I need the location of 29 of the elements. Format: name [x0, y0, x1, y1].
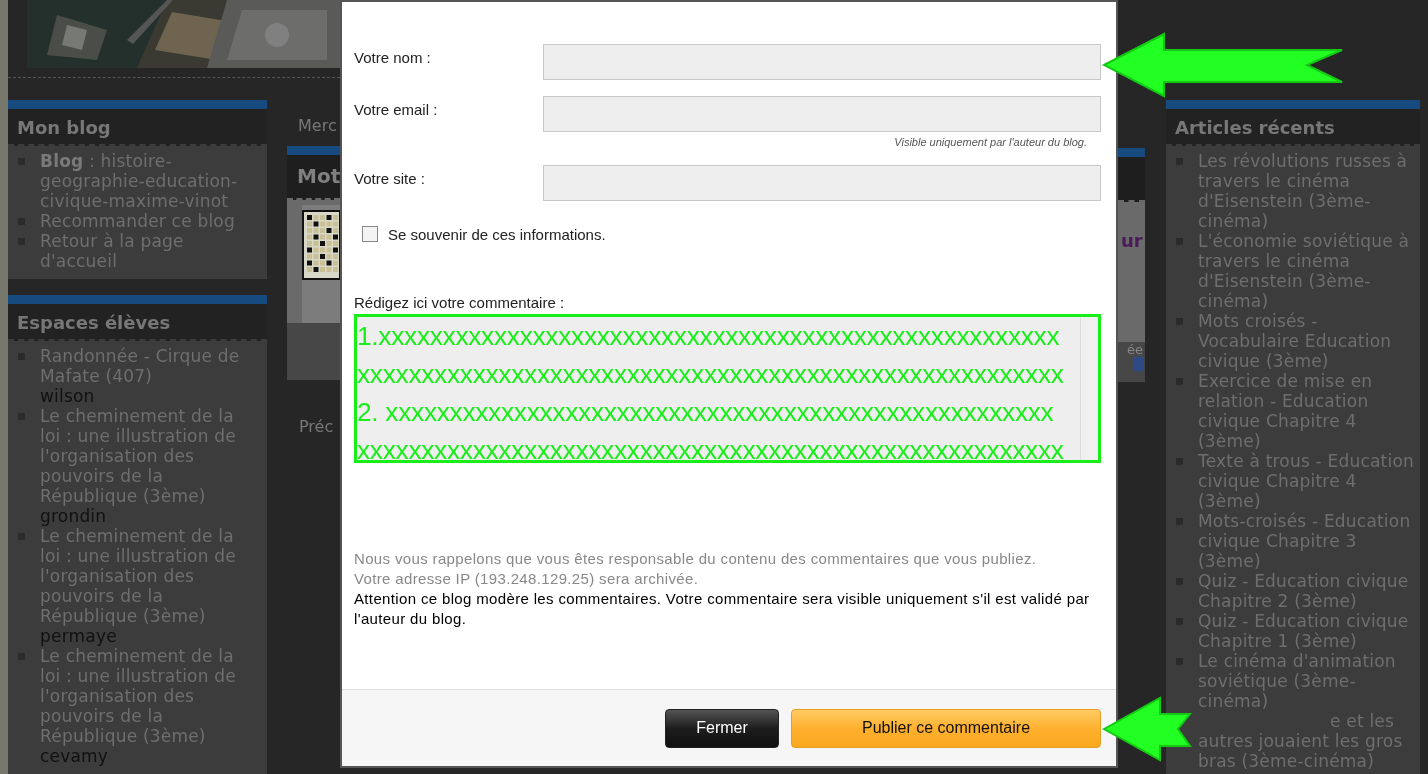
field-label: Votre email : — [354, 100, 439, 118]
nav-link[interactable]: Préc — [287, 380, 340, 436]
field-hint: Visible uniquement par l'auteur du blog. — [894, 136, 1087, 148]
panel-title: Espaces élèves — [8, 304, 267, 341]
post-footer — [287, 323, 340, 380]
publish-button[interactable]: Publier ce commentaire — [791, 708, 1101, 748]
input-field[interactable] — [543, 165, 1101, 201]
footer-text: ée — [1127, 342, 1143, 357]
field-label: Votre nom : — [354, 48, 432, 66]
comment-field[interactable]: 1.xxxxxxxxxxxxxxxxxxxxxxxxxxxxxxxxxxxxxxxxxxxxxxxxxxxxx xxxxxxxxxxxxxxxxxxxxxxxxxxxxxxxxxxxxxxxxxxxxxxxxxxxxxxx 2. xxxxxxxxxxxxxxxxxxxxxxxxxxxxxxxxxxxxxxxxxxxxxxxxxxxx xxxxxxxxxxxxxxxxxxxxxxxxxxxxxxxxxxxxxxxxxxxxxxxxxxxxxxx — [354, 314, 1101, 463]
checkbox-label: Se souvenir de ces informations. — [388, 225, 606, 243]
post-date: Merc — [297, 115, 338, 137]
checkbox[interactable] — [362, 226, 378, 242]
facebook-icon[interactable] — [1134, 357, 1143, 371]
accent-bar — [287, 146, 340, 155]
notice-text: Nous vous rappelons que vous êtes responsable du contenu des commentaires que vous publiez. — [354, 549, 1038, 569]
notice-text: Attention ce blog modère les commentaires. Votre commentaire sera visible uniquement s'il est validé par l'auteur du blog. — [354, 589, 1091, 629]
panel-title: Mon blog — [8, 109, 267, 146]
field-label: Votre site : — [354, 169, 426, 187]
comment-label: Rédigez ici votre commentaire : — [354, 294, 566, 311]
accent-bar — [1118, 148, 1145, 157]
close-button[interactable]: Fermer — [665, 708, 779, 748]
grid-icon — [302, 210, 340, 280]
input-field[interactable] — [543, 96, 1101, 132]
panel-title: Articles récents — [1166, 109, 1420, 146]
post-title: Mot — [296, 163, 340, 188]
post-link[interactable]: ur — [1118, 230, 1143, 251]
input-field[interactable] — [543, 44, 1101, 80]
notice-text: Votre adresse IP (193.248.129.25) sera archivée. — [354, 569, 700, 589]
